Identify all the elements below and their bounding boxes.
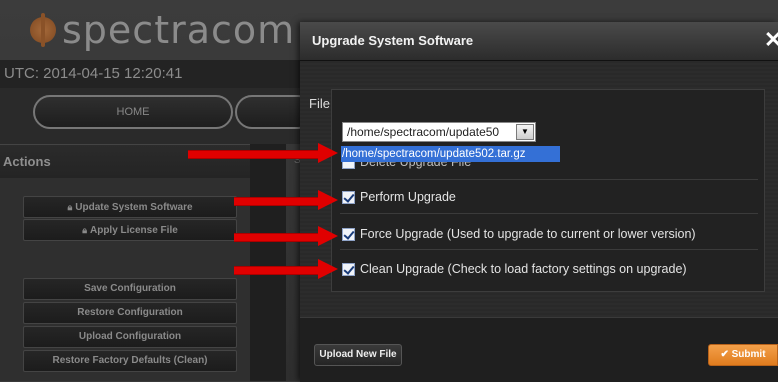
apply-license-file-button[interactable]: 🔒︎ Apply License File [23, 219, 237, 241]
annotation-arrow-clean [234, 259, 338, 279]
annotation-arrow-perform [234, 190, 338, 210]
brand-name: spectracom [62, 8, 296, 52]
force-upgrade-checkbox[interactable] [342, 227, 355, 241]
lock-icon: 🔒︎ [67, 202, 73, 212]
upload-configuration-button[interactable]: Upload Configuration [23, 326, 237, 348]
brand-logo: spectracom [30, 8, 295, 52]
nav-bar: HOME [0, 88, 315, 144]
clean-upgrade-checkbox-row[interactable]: Clean Upgrade (Check to load factory set… [342, 262, 687, 276]
submit-label: Submit [731, 349, 766, 360]
file-select-value: /home/spectracom/update50 [347, 125, 500, 139]
file-select[interactable]: /home/spectracom/update50 ▼ [342, 122, 536, 142]
dialog-footer: Upload New File ✔ Submit [300, 317, 778, 382]
restore-factory-defaults-button[interactable]: Restore Factory Defaults (Clean) [23, 350, 237, 372]
submit-button[interactable]: ✔ Submit [708, 344, 778, 366]
logo-icon [30, 13, 56, 47]
actions-panel: 🔒︎ Update System Software 🔒︎ Apply License… [0, 178, 250, 381]
dialog-body [300, 61, 778, 317]
clean-upgrade-label: Clean Upgrade (Check to load factory set… [360, 262, 687, 276]
upgrade-dialog: Upgrade System Software ✕ File Delete Up… [300, 22, 778, 382]
annotation-arrow-force [234, 226, 338, 246]
upload-new-file-button[interactable]: Upload New File [314, 344, 402, 366]
dialog-header: Upgrade System Software ✕ [300, 22, 778, 61]
chevron-down-icon[interactable]: ▼ [516, 124, 534, 140]
perform-upgrade-checkbox[interactable] [342, 190, 355, 204]
home-nav-button[interactable]: HOME [33, 95, 233, 129]
close-icon[interactable]: ✕ [764, 28, 778, 52]
lock-icon: 🔒︎ [82, 225, 87, 235]
action-label: Update System Software [75, 202, 193, 213]
update-system-software-button[interactable]: 🔒︎ Update System Software [23, 196, 237, 218]
force-upgrade-checkbox-row[interactable]: Force Upgrade (Used to upgrade to curren… [342, 227, 696, 241]
file-dropdown-option[interactable]: /home/spectracom/update502.tar.gz [341, 146, 560, 162]
annotation-arrow-file [188, 143, 338, 163]
utc-clock: UTC: 2014-04-15 12:20:41 [0, 60, 300, 88]
check-icon: ✔ [720, 349, 729, 360]
restore-configuration-button[interactable]: Restore Configuration [23, 302, 237, 324]
file-label: File [309, 96, 330, 111]
perform-upgrade-checkbox-row[interactable]: Perform Upgrade [342, 190, 456, 204]
clean-upgrade-checkbox[interactable] [342, 262, 355, 276]
action-label: Apply License File [89, 225, 178, 236]
perform-upgrade-label: Perform Upgrade [360, 190, 456, 204]
dialog-title: Upgrade System Software [312, 33, 474, 48]
force-upgrade-label: Force Upgrade (Used to upgrade to curren… [360, 227, 696, 241]
save-configuration-button[interactable]: Save Configuration [23, 278, 237, 300]
